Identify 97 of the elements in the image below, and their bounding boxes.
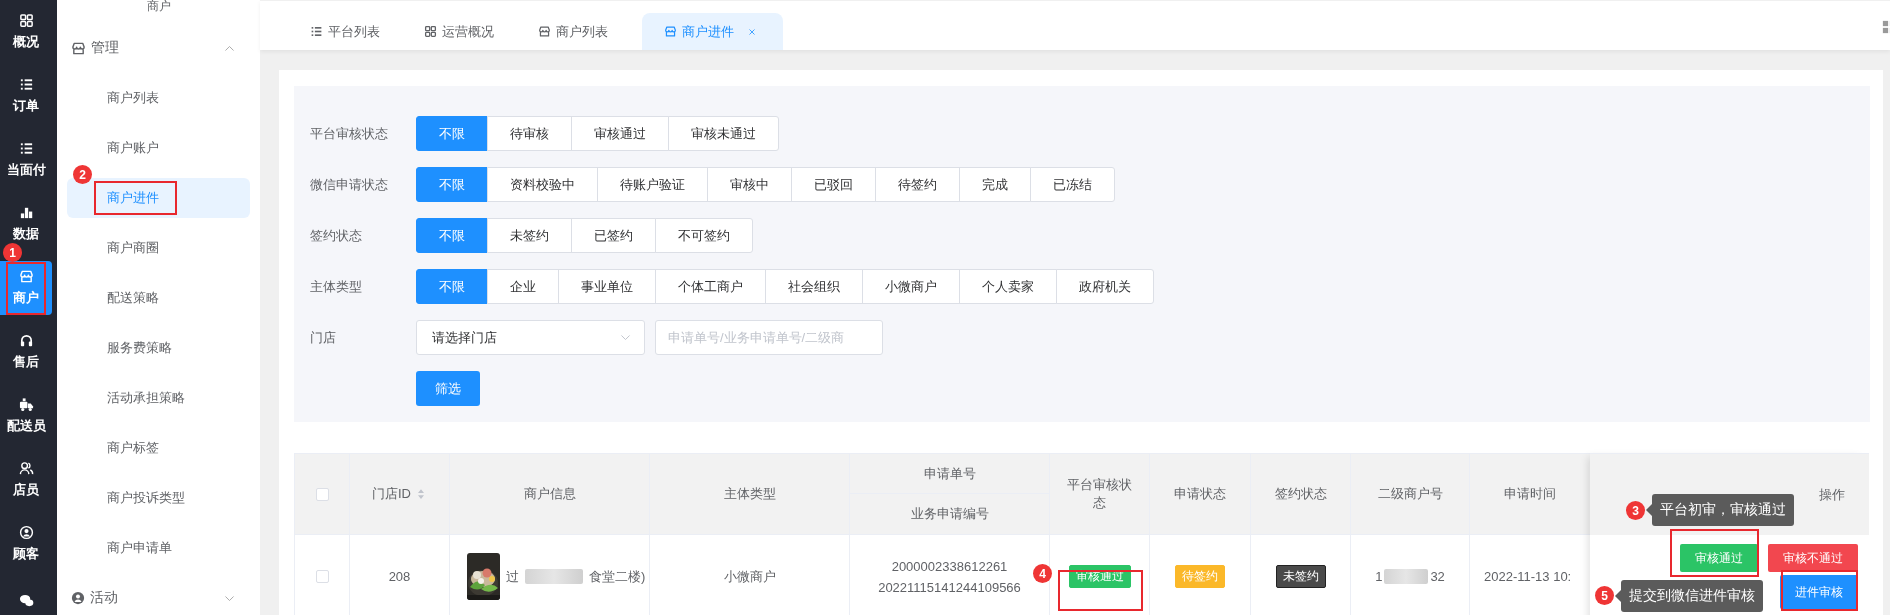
menu-group[interactable]: 活动 xyxy=(57,573,260,615)
filter-option[interactable]: 已签约 xyxy=(571,218,656,253)
tab[interactable]: 平台列表 xyxy=(300,13,400,50)
table-cell: 32 xyxy=(1430,569,1445,585)
filter-option[interactable]: 完成 xyxy=(959,167,1031,202)
filter-option[interactable]: 个人卖家 xyxy=(959,269,1057,304)
filter-option[interactable]: 审核未通过 xyxy=(668,116,779,151)
close-icon[interactable] xyxy=(747,26,757,37)
column-header: 平台审核状态 xyxy=(1050,454,1150,534)
list-icon xyxy=(18,77,34,92)
status-tag: 未签约 xyxy=(1275,565,1326,589)
row-checkbox[interactable] xyxy=(315,570,329,584)
table-cell: 1 xyxy=(1375,569,1383,585)
reject-button[interactable]: 审核不通过 xyxy=(1768,544,1858,572)
menu-item[interactable]: 商户标签 xyxy=(67,428,250,468)
nav-rail-item[interactable]: 顾客 xyxy=(13,545,39,563)
menu-item[interactable]: 商户申请单 xyxy=(67,528,250,568)
menu-group[interactable]: 管理 xyxy=(57,23,260,73)
filter-option[interactable]: 政府机关 xyxy=(1056,269,1154,304)
menu-item[interactable]: 商户商圈 xyxy=(67,228,250,268)
shop-icon xyxy=(664,25,677,38)
column-header: 申请状态 xyxy=(1150,454,1251,534)
filter-option[interactable]: 个体工商户 xyxy=(655,269,766,304)
filter-label: 门店 xyxy=(310,328,337,347)
nav-rail-item[interactable]: 当面付 xyxy=(6,161,46,179)
filter-option[interactable]: 已驳回 xyxy=(791,167,876,202)
grid-icon xyxy=(18,13,34,28)
user-circle-icon xyxy=(18,525,34,540)
menu-item[interactable]: 配送策略 xyxy=(67,278,250,318)
table-cell: 小微商户 xyxy=(650,535,850,615)
filter-option[interactable]: 社会组织 xyxy=(765,269,863,304)
shop-icon xyxy=(538,25,551,38)
menu-item[interactable]: 活动承担策略 xyxy=(67,378,250,418)
filter-option[interactable]: 审核通过 xyxy=(571,116,669,151)
filter-option[interactable]: 小微商户 xyxy=(862,269,960,304)
select-all-checkbox[interactable] xyxy=(315,487,329,501)
menu-item[interactable]: 服务费策略 xyxy=(67,328,250,368)
chat-icon xyxy=(18,593,34,608)
table-cell: 208 xyxy=(350,535,450,615)
filter-option[interactable]: 企业 xyxy=(487,269,559,304)
section-title: 商户 xyxy=(145,0,172,15)
shop-icon xyxy=(71,40,86,56)
filter-label: 主体类型 xyxy=(310,277,363,296)
filter-option[interactable]: 待签约 xyxy=(875,167,960,202)
filter-option[interactable]: 待账户验证 xyxy=(597,167,708,202)
column-header: 二级商户号 xyxy=(1351,454,1470,534)
merchant-name: 过 xyxy=(506,567,519,586)
highlight-frame xyxy=(6,262,46,315)
nav-rail-item[interactable]: 店员 xyxy=(13,481,39,499)
menu-item[interactable]: 商户账户 xyxy=(67,128,250,168)
tooltip: 提交到微信进件审核 xyxy=(1621,580,1763,612)
column-header: 操作 xyxy=(1819,485,1845,504)
headset-icon xyxy=(18,333,34,348)
tooltip: 平台初审，审核通过 xyxy=(1652,494,1794,526)
list-icon xyxy=(18,141,34,156)
column-header: 主体类型 xyxy=(650,454,850,534)
user-icon xyxy=(71,591,85,605)
grid-icon xyxy=(424,25,437,38)
table-cell: 20221115141244109566 xyxy=(878,579,1021,595)
filter-label: 签约状态 xyxy=(310,226,363,245)
column-header[interactable]: 门店ID xyxy=(372,485,411,503)
filter-option[interactable]: 已冻结 xyxy=(1030,167,1115,202)
blurred-text xyxy=(1384,569,1429,585)
tab[interactable]: 运营概况 xyxy=(414,13,514,50)
nav-rail-item[interactable]: 配送员 xyxy=(6,417,46,435)
filter-option[interactable]: 不可签约 xyxy=(655,218,753,253)
filter-option[interactable]: 事业单位 xyxy=(558,269,656,304)
filter-option[interactable]: 资料校验中 xyxy=(487,167,598,202)
table-cell: 2000002338612261 xyxy=(891,558,1008,574)
tab[interactable]: 商户列表 xyxy=(528,13,628,50)
nav-rail-item[interactable]: 数据 xyxy=(13,225,39,243)
truck-icon xyxy=(18,397,34,412)
sort-icon[interactable] xyxy=(415,488,427,500)
filter-option[interactable]: 待审核 xyxy=(487,116,572,151)
status-tag: 待签约 xyxy=(1175,565,1225,589)
nav-rail-item[interactable]: 售后 xyxy=(13,353,39,371)
list-icon xyxy=(310,25,323,38)
shop-icon xyxy=(18,269,34,284)
menu-item[interactable]: 商户投诉类型 xyxy=(67,478,250,518)
merchant-name: 食堂二楼) xyxy=(589,567,646,586)
blurred-text xyxy=(525,569,583,585)
filter-label: 微信申请状态 xyxy=(310,175,389,194)
store-select[interactable]: 请选择门店 xyxy=(416,320,645,355)
column-header: 业务申请编号 xyxy=(850,494,1050,534)
nav-rail-item[interactable]: 订单 xyxy=(13,97,39,115)
filter-label: 平台审核状态 xyxy=(310,124,389,143)
search-field[interactable]: 申请单号/业务申请单号/二级商 xyxy=(655,320,883,355)
bar-chart-icon xyxy=(18,205,34,220)
column-header: 商户信息 xyxy=(450,454,650,534)
nav-rail-item[interactable]: 概况 xyxy=(13,33,39,51)
people-icon xyxy=(18,461,34,476)
table-cell: 2022-11-13 10: xyxy=(1484,569,1572,585)
menu-item[interactable]: 商户列表 xyxy=(67,78,250,118)
filter-option[interactable]: 审核中 xyxy=(707,167,792,202)
filter-option[interactable]: 未签约 xyxy=(487,218,572,253)
column-header: 申请单号 xyxy=(850,454,1050,494)
column-header: 签约状态 xyxy=(1251,454,1351,534)
